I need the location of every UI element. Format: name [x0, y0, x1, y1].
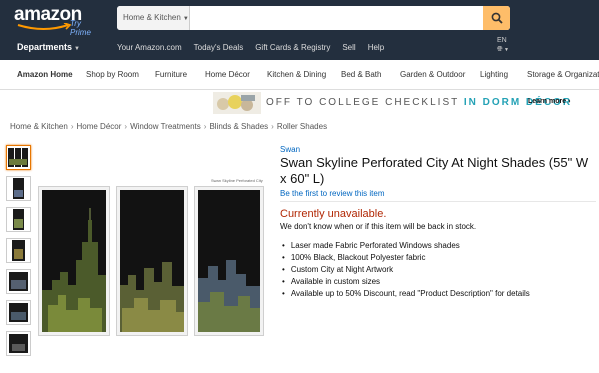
category-bar: Amazon Home Shop by Room Furniture Home … — [0, 60, 599, 90]
category-garden-outdoor[interactable]: Garden & Outdoor — [400, 70, 465, 79]
shade-panel-left — [38, 186, 110, 336]
category-amazon-home[interactable]: Amazon Home — [17, 70, 73, 79]
category-furniture[interactable]: Furniture — [155, 70, 187, 79]
search-input[interactable] — [190, 6, 483, 30]
breadcrumb-separator: › — [271, 122, 274, 131]
category-bed-bath[interactable]: Bed & Bath — [341, 70, 381, 79]
feature-bullet: Available up to 50% Discount, read "Prod… — [282, 288, 530, 300]
breadcrumb-item[interactable]: Window Treatments — [130, 122, 201, 131]
feature-bullet: Laser made Fabric Perforated Windows sha… — [282, 240, 530, 252]
departments-menu[interactable]: Departments ▼ — [17, 42, 80, 52]
breadcrumb-item[interactable]: Home & Kitchen — [10, 122, 68, 131]
breadcrumb-separator: › — [124, 122, 128, 131]
divider — [280, 201, 596, 202]
nav-link-your-amazon[interactable]: Your Amazon.com — [117, 43, 182, 52]
category-lighting[interactable]: Lighting — [480, 70, 508, 79]
thumbnail-7[interactable] — [6, 331, 31, 356]
try-prime-link[interactable]: Try Prime — [70, 19, 104, 37]
banner-image — [213, 92, 261, 114]
nav-link-help[interactable]: Help — [368, 43, 384, 52]
banner-learn-more-link[interactable]: Learn more › — [528, 98, 570, 105]
shade-panel-right — [194, 186, 264, 336]
thumbnail-5[interactable] — [6, 269, 31, 294]
thumbnail-3[interactable] — [6, 207, 31, 232]
product-title: Swan Skyline Perforated City At Night Sh… — [280, 155, 589, 186]
nav-links: Your Amazon.com Today's Deals Gift Cards… — [117, 43, 396, 52]
availability-note: We don't know when or if this item will … — [280, 222, 477, 231]
breadcrumb-item[interactable]: Roller Shades — [277, 122, 327, 131]
caret-down-icon: ▼ — [74, 46, 80, 52]
shade-panel-middle — [116, 186, 188, 336]
thumbnail-6[interactable] — [6, 300, 31, 325]
caret-down-icon: ▼ — [502, 47, 509, 53]
thumbnail-2[interactable] — [6, 176, 31, 201]
smile-icon — [17, 23, 72, 30]
amazon-logo[interactable]: amazon Try Prime — [14, 4, 104, 37]
feature-bullets: Laser made Fabric Perforated Windows sha… — [282, 240, 530, 300]
nav-link-todays-deals[interactable]: Today's Deals — [194, 43, 244, 52]
brand-link[interactable]: Swan — [280, 145, 300, 154]
banner-text: OFF TO COLLEGE CHECKLIST — [266, 97, 460, 108]
thumbnail-1[interactable] — [6, 145, 31, 170]
category-storage-organization[interactable]: Storage & Organization — [527, 70, 599, 79]
skyline-graphic — [120, 190, 184, 332]
language-selector[interactable]: EN 🌐︎ ▼ — [497, 36, 509, 55]
main-product-image[interactable]: Swan Skyline Perforated City — [38, 178, 264, 342]
secondary-nav: Departments ▼ Your Amazon.com Today's Dea… — [0, 38, 599, 60]
breadcrumb-item[interactable]: Blinds & Shades — [209, 122, 268, 131]
caret-down-icon: ▼ — [182, 16, 189, 22]
category-shop-by-room[interactable]: Shop by Room — [86, 70, 139, 79]
search-department-select[interactable]: Home & Kitchen ▼ — [117, 6, 190, 30]
banner-headline: OFF TO COLLEGE CHECKLIST IN DORM DÉCOR — [266, 97, 572, 108]
image-caption: Swan Skyline Perforated City — [211, 178, 263, 183]
nav-link-sell[interactable]: Sell — [342, 43, 355, 52]
breadcrumb-item[interactable]: Home Décor — [76, 122, 121, 131]
promo-banner[interactable]: OFF TO COLLEGE CHECKLIST IN DORM DÉCOR L… — [0, 90, 599, 114]
language-label: EN — [497, 37, 507, 44]
review-link[interactable]: Be the first to review this item — [280, 189, 384, 198]
category-kitchen-dining[interactable]: Kitchen & Dining — [267, 70, 326, 79]
breadcrumb-separator: › — [70, 122, 74, 131]
availability-status: Currently unavailable. — [280, 208, 387, 220]
search-button[interactable] — [483, 6, 510, 30]
search-bar: Home & Kitchen ▼ — [117, 6, 510, 30]
nav-link-gift-cards[interactable]: Gift Cards & Registry — [255, 43, 330, 52]
feature-bullet: 100% Black, Blackout Polyester fabric — [282, 252, 530, 264]
skyline-graphic — [198, 190, 260, 332]
category-home-decor[interactable]: Home Décor — [205, 70, 250, 79]
feature-bullet: Custom City at Night Artwork — [282, 264, 530, 276]
skyline-graphic — [42, 190, 106, 332]
departments-label: Departments — [17, 42, 73, 52]
search-department-label: Home & Kitchen — [123, 13, 181, 22]
feature-bullet: Available in custom sizes — [282, 276, 530, 288]
search-icon — [491, 12, 503, 24]
breadcrumb-separator: › — [203, 122, 207, 131]
breadcrumb: Home & Kitchen › Home Décor › Window Treatme… — [10, 122, 327, 131]
thumbnail-4[interactable] — [6, 238, 31, 263]
top-nav: amazon Try Prime Home & Kitchen ▼ — [0, 0, 599, 38]
